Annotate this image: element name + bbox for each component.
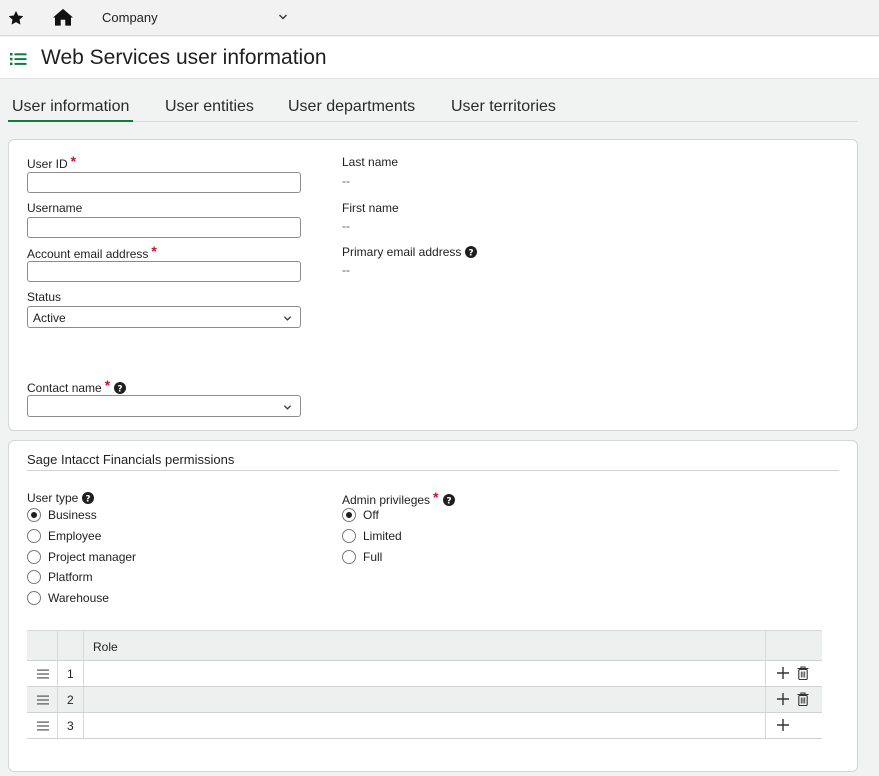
user-id-input[interactable] xyxy=(27,172,301,193)
tab-user-territories[interactable]: User territories xyxy=(447,98,560,122)
last-name-value: -- xyxy=(342,174,350,188)
table-row: 2 xyxy=(27,687,822,713)
radio-button[interactable] xyxy=(27,591,41,605)
help-icon[interactable]: ? xyxy=(82,492,95,504)
list-icon[interactable] xyxy=(10,52,27,66)
help-icon[interactable]: ? xyxy=(465,246,478,258)
svg-text:?: ? xyxy=(469,248,474,258)
permissions-card: Sage Intacct Financials permissions User… xyxy=(8,440,858,772)
row-number: 1 xyxy=(67,667,74,681)
grid-header: Role xyxy=(27,630,822,661)
company-selector[interactable]: Company xyxy=(102,10,158,25)
required-mark: * xyxy=(104,377,111,393)
add-row-icon[interactable] xyxy=(777,719,789,731)
help-icon[interactable]: ? xyxy=(442,494,455,506)
username-input[interactable] xyxy=(27,217,301,238)
username-label: Username xyxy=(27,201,83,215)
section-title: Sage Intacct Financials permissions xyxy=(27,452,235,467)
radio-button[interactable] xyxy=(27,570,41,584)
radio-button[interactable] xyxy=(342,550,356,564)
primary-email-label: Primary email address? xyxy=(342,245,478,259)
tab-user-entities[interactable]: User entities xyxy=(161,98,258,122)
primary-email-value: -- xyxy=(342,263,350,277)
status-select[interactable]: Active xyxy=(27,306,301,328)
required-mark: * xyxy=(433,489,439,505)
drag-handle-icon[interactable] xyxy=(37,721,49,731)
column-header-role: Role xyxy=(93,640,118,654)
trash-icon[interactable] xyxy=(797,692,809,706)
contact-name-select[interactable] xyxy=(27,395,301,417)
top-bar: Company xyxy=(0,0,879,36)
tab-bar: User information User entities User depa… xyxy=(8,97,858,122)
home-icon[interactable] xyxy=(52,7,74,27)
radio-button[interactable] xyxy=(27,508,41,522)
table-row: 1 xyxy=(27,661,822,687)
tab-user-departments[interactable]: User departments xyxy=(284,98,419,122)
page-title: Web Services user information xyxy=(41,46,327,69)
first-name-value: -- xyxy=(342,219,350,233)
admin-privileges-label: Admin privileges *? xyxy=(342,489,455,507)
radio-button[interactable] xyxy=(342,529,356,543)
radio-button[interactable] xyxy=(342,508,356,522)
user-type-label: User type? xyxy=(27,491,95,505)
chevron-down-icon xyxy=(283,405,292,410)
row-number: 2 xyxy=(67,693,74,707)
add-row-icon[interactable] xyxy=(777,693,789,705)
radio-button[interactable] xyxy=(27,529,41,543)
star-icon[interactable] xyxy=(7,9,25,27)
contact-name-label: Contact name *? xyxy=(27,377,127,395)
tab-user-information[interactable]: User information xyxy=(8,98,134,122)
add-row-icon[interactable] xyxy=(777,667,789,679)
user-id-label: User ID * xyxy=(27,153,77,171)
trash-icon[interactable] xyxy=(797,666,809,680)
drag-handle-icon[interactable] xyxy=(37,669,49,679)
status-label: Status xyxy=(27,290,62,304)
required-mark: * xyxy=(70,153,77,169)
svg-text:?: ? xyxy=(118,384,123,394)
last-name-label: Last name xyxy=(342,155,399,169)
drag-handle-icon[interactable] xyxy=(37,695,49,705)
section-divider xyxy=(27,470,839,471)
chevron-down-icon[interactable] xyxy=(278,12,288,22)
help-icon[interactable]: ? xyxy=(114,382,127,394)
title-bar: Web Services user information xyxy=(0,37,879,79)
required-mark: * xyxy=(151,243,157,259)
row-number: 3 xyxy=(67,719,74,733)
chevron-down-icon xyxy=(283,316,292,321)
status-value: Active xyxy=(33,311,66,325)
first-name-label: First name xyxy=(342,201,399,215)
table-row: 3 xyxy=(27,713,822,739)
account-email-input[interactable] xyxy=(27,261,301,282)
radio-button[interactable] xyxy=(27,550,41,564)
svg-text:?: ? xyxy=(86,494,91,504)
user-info-card: User ID * Username Account email address *… xyxy=(8,139,858,431)
svg-text:?: ? xyxy=(446,496,451,506)
account-email-label: Account email address * xyxy=(27,243,157,261)
